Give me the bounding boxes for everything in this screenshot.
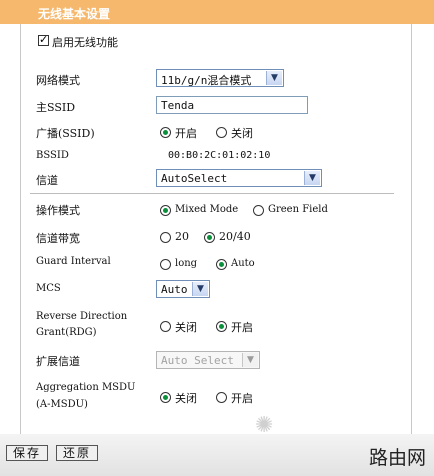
- channel-value: AutoSelect: [161, 172, 228, 185]
- ext-channel-value: Auto Select: [161, 354, 234, 367]
- chevron-down-icon: ▼: [266, 71, 282, 85]
- green-field-radio[interactable]: [253, 205, 264, 216]
- ext-channel-label: 扩展信道: [36, 355, 80, 368]
- chevron-down-icon: ▼: [304, 171, 320, 185]
- network-mode-select[interactable]: 11b/g/n混合模式 ▼: [156, 69, 284, 87]
- network-mode-label: 网络模式: [36, 74, 80, 87]
- broadcast-label: 广播(SSID): [36, 127, 95, 140]
- mixed-mode-radio[interactable]: [160, 205, 171, 216]
- broadcast-off-radio[interactable]: [216, 127, 227, 138]
- restore-button[interactable]: 还原: [56, 445, 98, 461]
- chevron-down-icon: ▼: [242, 353, 258, 367]
- bandwidth-20-label: 20: [175, 230, 189, 243]
- guard-long-radio[interactable]: [160, 259, 171, 270]
- amsdu-off-label: 关闭: [175, 392, 197, 405]
- enable-wireless-checkbox[interactable]: [38, 33, 49, 46]
- broadcast-on-label: 开启: [175, 127, 197, 140]
- bssid-value: 00:B0:2C:01:02:10: [168, 150, 271, 161]
- channel-select[interactable]: AutoSelect ▼: [156, 169, 322, 187]
- rdg-off-radio[interactable]: [160, 321, 171, 332]
- save-button[interactable]: 保存: [6, 445, 48, 461]
- green-field-label: Green Field: [268, 204, 328, 215]
- bandwidth-2040-label: 20/40: [219, 230, 251, 243]
- footer-bar: 保存 还原 路由网: [0, 434, 434, 476]
- section-title: 无线基本设置: [38, 7, 111, 21]
- section-divider: [30, 193, 394, 194]
- broadcast-on-radio[interactable]: [160, 127, 171, 138]
- ssid-label: 主SSID: [36, 101, 76, 114]
- guard-long-label: long: [175, 258, 198, 269]
- rdg-label-line2: Grant(RDG): [36, 327, 97, 338]
- operation-mode-label: 操作模式: [36, 204, 80, 217]
- amsdu-on-label: 开启: [231, 392, 253, 405]
- site-watermark: 路由网: [368, 447, 426, 469]
- ssid-input[interactable]: Tenda: [156, 96, 308, 114]
- mcs-label: MCS: [36, 283, 61, 294]
- enable-wireless-label: 启用无线功能: [52, 36, 118, 49]
- bandwidth-2040-radio[interactable]: [204, 232, 215, 243]
- amsdu-on-radio[interactable]: [216, 392, 227, 403]
- guard-auto-label: Auto: [231, 258, 255, 269]
- rdg-label-line1: Reverse Direction: [36, 311, 128, 322]
- chevron-down-icon: ▼: [192, 282, 208, 296]
- ext-channel-select[interactable]: Auto Select ▼: [156, 351, 260, 369]
- bandwidth-label: 信道带宽: [36, 232, 80, 245]
- network-mode-value: 11b/g/n混合模式: [161, 74, 252, 87]
- channel-label: 信道: [36, 174, 58, 187]
- bandwidth-20-radio[interactable]: [160, 232, 171, 243]
- amsdu-label-line1: Aggregation MSDU: [36, 382, 136, 393]
- mixed-mode-label: Mixed Mode: [175, 204, 239, 215]
- broadcast-off-label: 关闭: [231, 127, 253, 140]
- amsdu-label-line2: (A-MSDU): [36, 399, 88, 410]
- rdg-off-label: 关闭: [175, 321, 197, 334]
- mcs-value: Auto: [161, 283, 188, 296]
- mcs-select[interactable]: Auto ▼: [156, 280, 210, 298]
- amsdu-off-radio[interactable]: [160, 392, 171, 403]
- rdg-on-label: 开启: [231, 321, 253, 334]
- watermark-logo-icon: ✺: [255, 413, 274, 438]
- guard-auto-radio[interactable]: [216, 259, 227, 270]
- ssid-value: Tenda: [161, 99, 195, 112]
- section-header: 无线基本设置: [0, 0, 434, 24]
- rdg-on-radio[interactable]: [216, 321, 227, 332]
- bssid-label: BSSID: [36, 150, 69, 161]
- guard-interval-label: Guard Interval: [36, 256, 111, 267]
